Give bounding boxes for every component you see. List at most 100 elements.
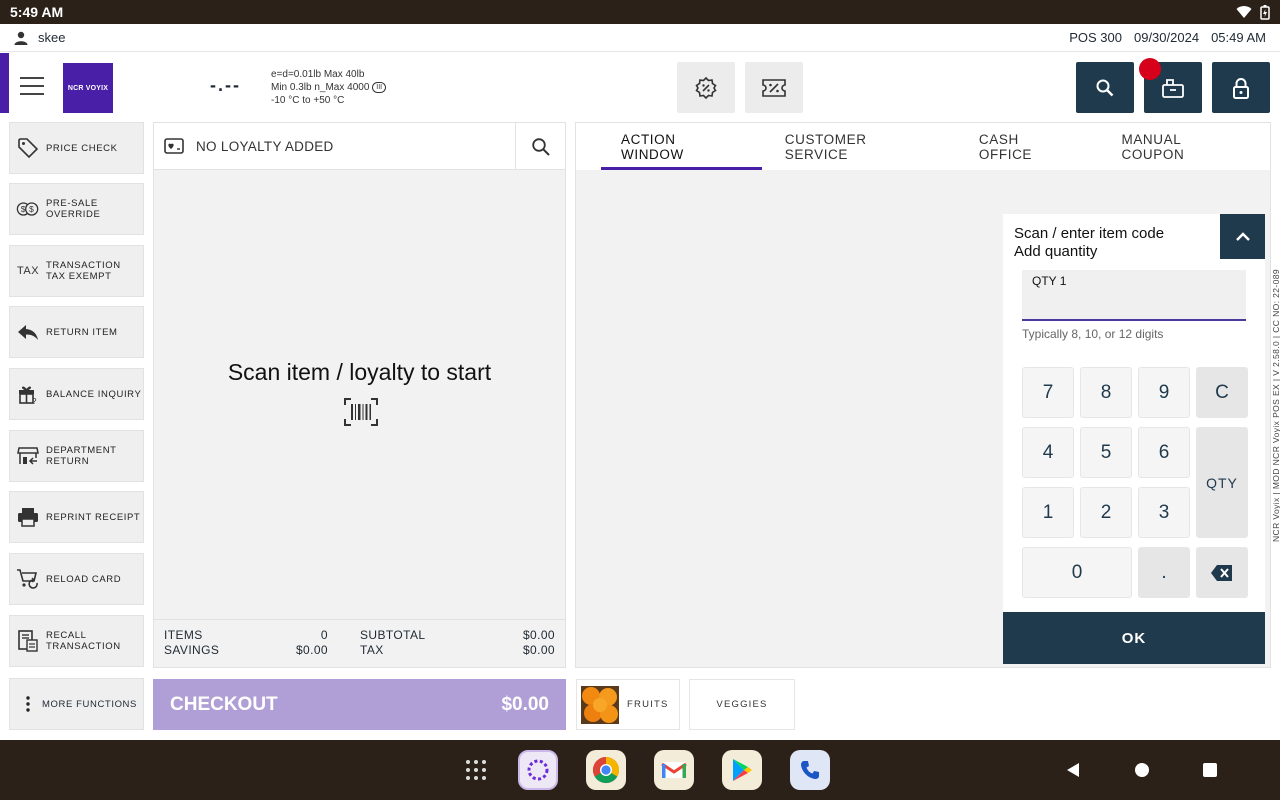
items-label: ITEMS xyxy=(164,628,203,642)
search-icon xyxy=(531,137,550,156)
transaction-panel: NO LOYALTY ADDED Scan item / loyalty to … xyxy=(153,122,566,668)
key-8[interactable]: 8 xyxy=(1080,367,1132,418)
pre-sale-override-button[interactable]: $ $ PRE-SALE OVERRIDE xyxy=(9,183,144,235)
keypad-title-line2: Add quantity xyxy=(1014,243,1098,260)
coupon-ticket-icon xyxy=(762,78,786,97)
back-icon[interactable] xyxy=(1053,750,1093,790)
app-grid-icon[interactable] xyxy=(456,750,496,790)
user-bar: skee POS 300 09/30/2024 05:49 AM xyxy=(0,24,1280,52)
username: skee xyxy=(38,30,66,45)
discount-badge-icon xyxy=(695,76,717,99)
gift-card-icon: ? xyxy=(16,383,40,405)
reload-card-label: RELOAD CARD xyxy=(46,573,122,585)
loyalty-status: NO LOYALTY ADDED xyxy=(196,138,334,154)
key-6[interactable]: 6 xyxy=(1138,427,1190,478)
item-code-input[interactable]: QTY 1 xyxy=(1022,270,1246,321)
tab-manual-coupon[interactable]: MANUAL COUPON xyxy=(1098,123,1270,170)
coupon-button[interactable] xyxy=(745,62,803,113)
lock-button[interactable] xyxy=(1212,62,1270,113)
discount-button[interactable] xyxy=(677,62,735,113)
tax-icon: TAX xyxy=(16,265,40,277)
key-9[interactable]: 9 xyxy=(1138,367,1190,418)
balance-inquiry-button[interactable]: ? BALANCE INQUIRY xyxy=(9,368,144,420)
recents-icon[interactable] xyxy=(1190,750,1230,790)
svg-text:$: $ xyxy=(21,204,26,214)
key-decimal[interactable]: . xyxy=(1138,547,1190,598)
gmail-icon[interactable] xyxy=(654,750,694,790)
tab-action-window[interactable]: ACTION WINDOW xyxy=(601,123,762,170)
recall-transaction-label: RECALL TRANSACTION xyxy=(46,630,121,652)
return-item-button[interactable]: RETURN ITEM xyxy=(9,306,144,358)
barcode-scan-icon xyxy=(344,398,378,426)
scale-info-line2-wrap: Min 0.3lb n_Max 4000 III xyxy=(271,81,387,94)
home-icon[interactable] xyxy=(1122,750,1162,790)
search-icon xyxy=(1096,79,1114,96)
svg-text:$: $ xyxy=(29,204,34,214)
tab-cash-office[interactable]: CASH OFFICE xyxy=(956,123,1099,170)
oranges-image xyxy=(581,685,619,724)
ok-button[interactable]: OK xyxy=(1003,612,1265,664)
reprint-receipt-button[interactable]: REPRINT RECEIPT xyxy=(9,491,144,543)
terminal-id: POS 300 xyxy=(1069,30,1122,45)
key-4[interactable]: 4 xyxy=(1022,427,1074,478)
totals-summary: ITEMS 0 SUBTOTAL $0.00 SAVINGS $0.00 TAX… xyxy=(154,619,565,667)
keypad-title-line1: Scan / enter item code xyxy=(1014,225,1165,242)
backspace-icon xyxy=(1211,564,1232,581)
tab-bar: ACTION WINDOW CUSTOMER SERVICE CASH OFFI… xyxy=(576,123,1270,170)
more-functions-label: MORE FUNCTIONS xyxy=(42,698,137,710)
key-0[interactable]: 0 xyxy=(1022,547,1132,598)
key-3[interactable]: 3 xyxy=(1138,487,1190,538)
subtotal-label: SUBTOTAL xyxy=(360,628,426,642)
tax-exempt-button[interactable]: TAX TRANSACTION TAX EXEMPT xyxy=(9,245,144,297)
system-icons xyxy=(1236,4,1270,20)
system-nav-bar xyxy=(0,740,1280,800)
brand-accent-bar xyxy=(0,53,9,113)
chevron-up-icon xyxy=(1235,231,1250,241)
printer-icon xyxy=(16,507,40,527)
phone-icon[interactable] xyxy=(790,750,830,790)
reload-card-button[interactable]: RELOAD CARD xyxy=(9,553,144,605)
price-check-button[interactable]: PRICE CHECK xyxy=(9,122,144,174)
key-2[interactable]: 2 xyxy=(1080,487,1132,538)
items-count: 0 xyxy=(320,628,328,642)
price-tag-icon xyxy=(16,137,40,159)
key-clear[interactable]: C xyxy=(1196,367,1248,418)
veggies-button[interactable]: VEGGIES xyxy=(689,679,795,730)
scale-info-line2: Min 0.3lb n_Max 4000 xyxy=(271,82,370,93)
key-backspace[interactable] xyxy=(1196,547,1248,598)
more-functions-button[interactable]: MORE FUNCTIONS xyxy=(9,678,144,730)
department-return-button[interactable]: DEPARTMENT RETURN xyxy=(9,430,144,482)
more-vertical-icon xyxy=(26,696,30,712)
user-icon xyxy=(14,31,28,45)
play-store-icon[interactable] xyxy=(722,750,762,790)
coins-icon: $ $ xyxy=(16,200,40,218)
tab-customer-service[interactable]: CUSTOMER SERVICE xyxy=(762,123,956,170)
tax-label: TAX xyxy=(360,643,384,657)
session-meta: POS 300 09/30/2024 05:49 AM xyxy=(1069,30,1266,45)
chrome-icon[interactable] xyxy=(586,750,626,790)
recall-transaction-button[interactable]: RECALL TRANSACTION xyxy=(9,615,144,667)
hamburger-menu-icon[interactable] xyxy=(20,77,44,95)
loyalty-search-button[interactable] xyxy=(515,123,565,170)
savings-label: SAVINGS xyxy=(164,643,220,657)
checkout-label: CHECKOUT xyxy=(170,693,278,715)
scan-prompt: Scan item / loyalty to start xyxy=(227,359,492,385)
user-info: skee xyxy=(14,30,65,45)
key-7[interactable]: 7 xyxy=(1022,367,1074,418)
collapse-keypad-button[interactable] xyxy=(1220,214,1265,259)
cash-register-icon xyxy=(1162,78,1184,98)
fruits-button[interactable]: FRUITS xyxy=(576,679,680,730)
key-qty[interactable]: QTY xyxy=(1196,427,1248,538)
subtotal-value: $0.00 xyxy=(522,628,555,642)
purple-app-icon[interactable] xyxy=(518,750,558,790)
scale-info-line3: -10 °C to +50 °C xyxy=(271,95,345,106)
loyalty-bar[interactable]: NO LOYALTY ADDED xyxy=(154,123,565,170)
key-5[interactable]: 5 xyxy=(1080,427,1132,478)
checkout-button[interactable]: CHECKOUT $0.00 xyxy=(153,679,566,730)
tax-exempt-label: TRANSACTION TAX EXEMPT xyxy=(46,260,121,282)
fruits-label: FRUITS xyxy=(627,699,669,710)
price-check-label: PRICE CHECK xyxy=(46,142,118,154)
search-button[interactable] xyxy=(1076,62,1134,113)
key-1[interactable]: 1 xyxy=(1022,487,1074,538)
scale-class-badge: III xyxy=(372,81,387,93)
